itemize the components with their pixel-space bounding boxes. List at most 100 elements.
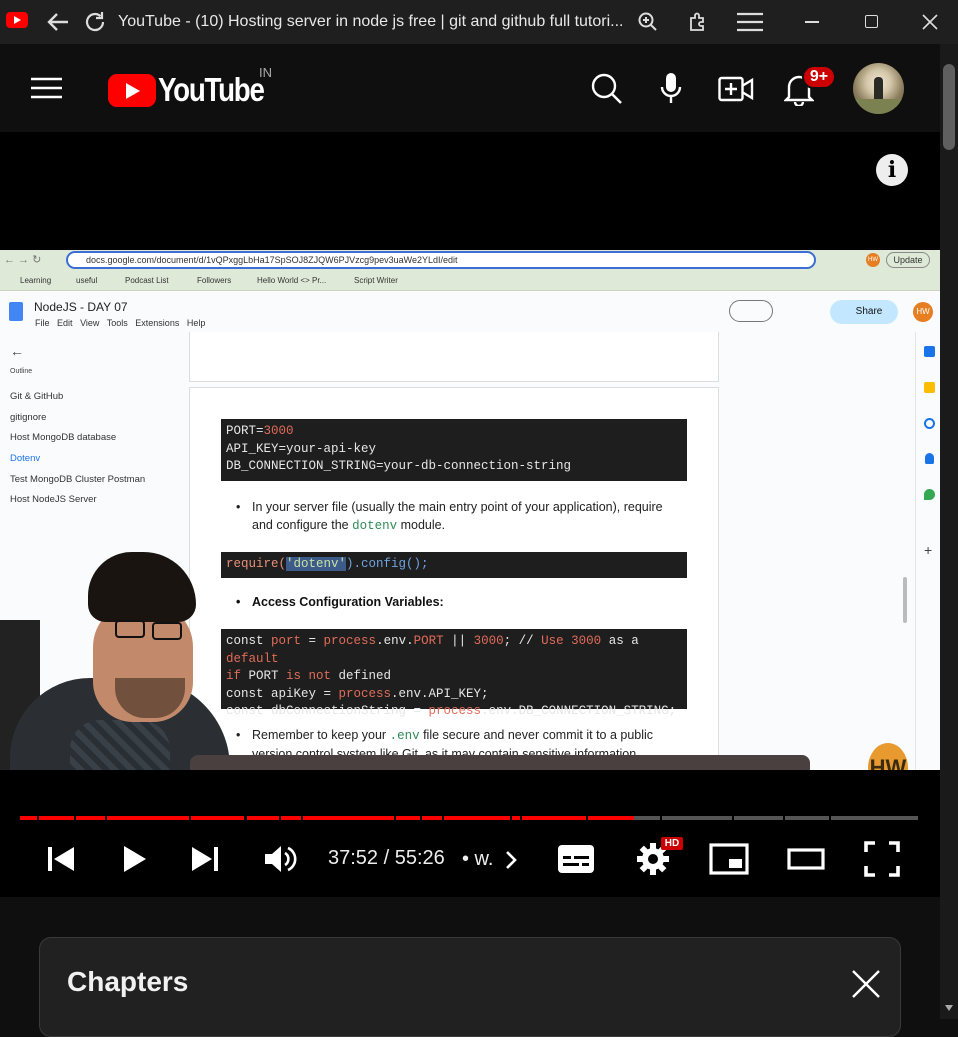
progress-played-segment[interactable] (512, 816, 521, 820)
progress-played-segment[interactable] (522, 816, 586, 820)
code-block-env: PORT=3000 API_KEY=your-api-key DB_CONNEC… (221, 419, 687, 481)
recorded-profile-badge: HW (866, 253, 880, 267)
docs-header: NodeJS - DAY 07 File Edit View Tools Ext… (0, 292, 940, 332)
progress-played-segment[interactable] (444, 816, 511, 820)
docs-logo-icon (9, 302, 23, 321)
macos-dock (190, 755, 810, 770)
progress-bar[interactable] (20, 132, 918, 133)
theater-mode-icon[interactable] (787, 848, 825, 870)
progress-played-segment[interactable] (246, 816, 279, 820)
subtitles-icon[interactable] (557, 843, 595, 875)
docs-side-panel: + (915, 332, 940, 770)
scrollbar-thumb[interactable] (943, 64, 955, 150)
view-mode-pill (729, 300, 773, 322)
bookmark: Podcast List (125, 276, 169, 285)
minimize-icon[interactable] (805, 21, 819, 23)
youtube-logo[interactable]: YouTube IN (108, 65, 278, 111)
hd-badge: HD (661, 837, 683, 850)
bookmark: Hello World <> Pr... (257, 276, 327, 285)
next-video-icon[interactable] (190, 844, 220, 874)
menu-item: File (35, 318, 50, 328)
bookmark: Followers (197, 276, 232, 285)
recorded-url-bar: docs.google.com/document/d/1vQPxggLbHa17… (66, 251, 816, 269)
chapters-title: Chapters (67, 966, 189, 997)
progress-played-segment[interactable] (190, 816, 245, 820)
reload-icon[interactable] (83, 10, 107, 34)
notification-count-badge: 9+ (802, 65, 836, 89)
search-icon[interactable] (591, 73, 623, 105)
docs-scrollbar (903, 577, 907, 623)
extensions-puzzle-icon[interactable] (687, 11, 709, 33)
progress-played-segment[interactable] (39, 816, 74, 820)
progress-remaining-segment[interactable] (831, 816, 918, 820)
docs-menu: File Edit View Tools Extensions Help (35, 318, 205, 328)
play-icon[interactable] (122, 844, 148, 874)
progress-played-segment[interactable] (303, 816, 395, 820)
progress-played-segment[interactable] (75, 816, 106, 820)
menu-item: View (80, 318, 100, 328)
fullscreen-icon[interactable] (864, 841, 900, 877)
page-scrollbar[interactable] (940, 44, 958, 1019)
back-arrow-icon[interactable] (46, 11, 70, 33)
recorded-update-button: Update (886, 252, 930, 268)
docs-avatar: HW (913, 302, 933, 322)
progress-played-segment[interactable] (396, 816, 420, 820)
progress-remaining-segment[interactable] (634, 816, 661, 820)
video-frame-content: ← → ↻ docs.google.com/document/d/1vQPxgg… (0, 250, 940, 770)
menu-item: Extensions (135, 318, 180, 328)
bullet-require-dotenv: • In your server file (usually the main … (236, 500, 663, 533)
previous-video-icon[interactable] (46, 844, 76, 874)
outline-item: gitignore (10, 412, 47, 423)
doc-page-previous (189, 332, 719, 382)
recorded-bookmarks-bar: Learning useful Podcast List Followers H… (0, 271, 940, 291)
doc-page: PORT=3000 API_KEY=your-api-key DB_CONNEC… (189, 387, 719, 770)
menu-icon[interactable] (737, 12, 763, 32)
hamburger-menu-icon[interactable] (31, 77, 62, 99)
chapter-title[interactable]: • w. (462, 848, 493, 871)
miniplayer-icon[interactable] (709, 843, 749, 875)
code-block-require: require('dotenv').config(); (221, 552, 687, 578)
menu-item: Tools (106, 318, 128, 328)
microphone-icon[interactable] (660, 72, 682, 106)
progress-remaining-segment[interactable] (734, 816, 784, 820)
create-video-icon[interactable] (718, 76, 754, 102)
video-player[interactable]: i ← → ↻ docs.google.com/document/d/1vQPx… (0, 132, 940, 897)
progress-played-segment[interactable] (280, 816, 302, 820)
doc-title: NodeJS - DAY 07 (34, 300, 128, 314)
presenter-webcam (0, 552, 230, 770)
progress-played-segment[interactable] (20, 816, 38, 820)
below-player: Chapters (0, 897, 940, 1037)
progress-remaining-segment[interactable] (662, 816, 733, 820)
share-button: Share (830, 300, 898, 324)
window-title: YouTube - (10) Hosting server in node js… (118, 13, 624, 30)
close-window-icon[interactable] (922, 14, 938, 30)
code-block-access: const port = process.env.PORT || 3000; /… (221, 629, 687, 718)
volume-icon[interactable] (263, 842, 297, 876)
bookmark: Script Writer (354, 276, 398, 285)
menu-item: Edit (57, 318, 73, 328)
outline-item: Test MongoDB Cluster Postman (10, 474, 146, 485)
progress-played-segment[interactable] (107, 816, 189, 820)
outline-item: Host NodeJS Server (10, 494, 97, 505)
close-icon[interactable] (851, 969, 881, 999)
chapters-panel: Chapters (39, 937, 901, 1037)
progress-remaining-segment[interactable] (785, 816, 830, 820)
progress-played-segment[interactable] (421, 816, 443, 820)
recorded-url-text: docs.google.com/document/d/1vQPxggLbHa17… (86, 255, 458, 265)
info-icon[interactable]: i (876, 154, 908, 186)
youtube-header: YouTube IN 9+ (0, 44, 940, 132)
youtube-logo-text: YouTube (158, 71, 265, 108)
recorded-browser-toolbar: ← → ↻ docs.google.com/document/d/1vQPxgg… (0, 250, 940, 271)
zoom-icon[interactable] (638, 12, 658, 32)
region-code: IN (259, 65, 272, 80)
menu-item: Help (186, 318, 206, 328)
maximize-icon[interactable] (865, 15, 878, 28)
youtube-play-logo-icon (108, 74, 156, 107)
bookmark: useful (76, 276, 98, 285)
outline-label: Outline (10, 368, 33, 375)
outline-item: Git & GitHub (10, 391, 64, 402)
progress-played-segment[interactable] (587, 816, 635, 820)
user-avatar[interactable] (853, 63, 904, 114)
time-display: 37:52 / 55:26 (328, 847, 445, 869)
chevron-right-icon[interactable] (504, 850, 518, 870)
